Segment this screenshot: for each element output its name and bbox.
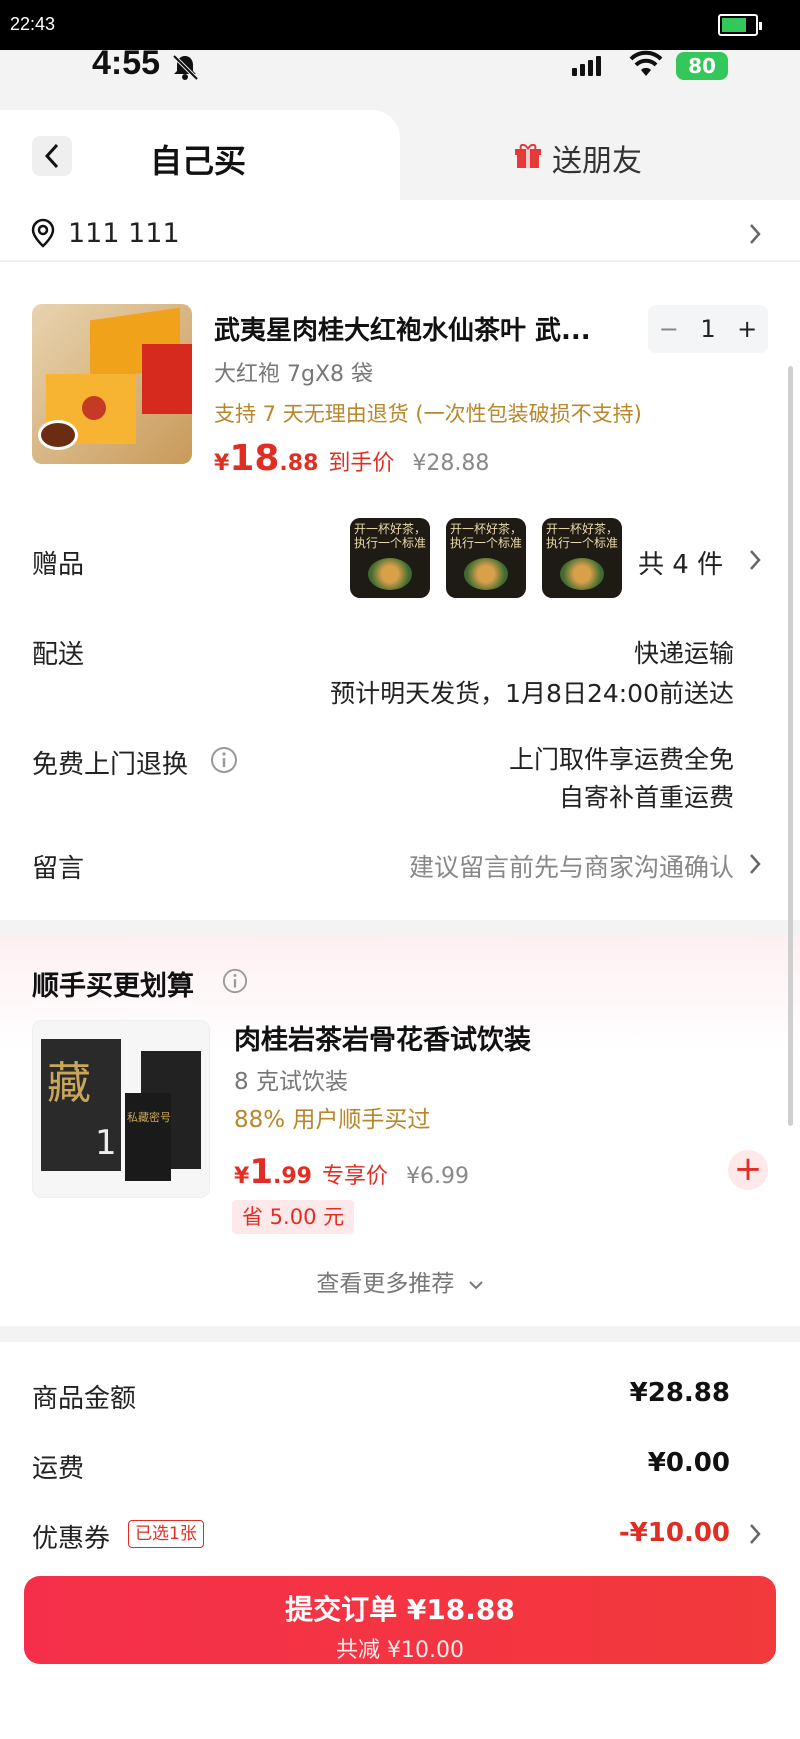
chevron-right-icon[interactable] bbox=[748, 852, 762, 876]
coupon-label: 优惠券 bbox=[32, 1524, 111, 1554]
tab-friend[interactable]: 送朋友 bbox=[552, 136, 642, 180]
return-service-line2: 自寄补首重运费 bbox=[558, 783, 734, 812]
quantity-minus-button[interactable]: − bbox=[659, 315, 679, 343]
gift-icon bbox=[515, 143, 541, 168]
chevron-right-icon[interactable] bbox=[748, 1522, 762, 1546]
address-text: 111 111 bbox=[68, 218, 180, 249]
price-label: 到手价 bbox=[328, 451, 395, 476]
scrollbar[interactable] bbox=[788, 366, 793, 1126]
original-price: ¥28.88 bbox=[412, 451, 490, 476]
gifts-label: 赠品 bbox=[32, 550, 85, 580]
add-recommend-button[interactable]: + bbox=[728, 1150, 768, 1190]
info-icon[interactable] bbox=[210, 746, 238, 774]
product-title[interactable]: 武夷星肉桂大红袍水仙茶叶 武... bbox=[214, 310, 614, 347]
back-button[interactable] bbox=[32, 136, 72, 176]
wifi-icon bbox=[629, 50, 663, 76]
more-recommendations-label: 查看更多推荐 bbox=[316, 1271, 455, 1297]
coupon-badge: 已选1张 bbox=[128, 1520, 204, 1548]
system-status-bar: 22:43 bbox=[0, 0, 800, 50]
quantity-value[interactable]: 1 bbox=[700, 315, 715, 343]
chevron-down-icon bbox=[468, 1280, 483, 1289]
info-icon[interactable] bbox=[222, 968, 248, 994]
price-integer: 1 bbox=[249, 1152, 273, 1192]
price-decimal: .99 bbox=[272, 1164, 312, 1189]
phone-time: 4:55 bbox=[92, 44, 161, 82]
gift-text: 开一杯好茶，执行一个标准 bbox=[354, 522, 427, 550]
savings-badge: 省 5.00 元 bbox=[232, 1200, 355, 1234]
return-service-label: 免费上门退换 bbox=[32, 750, 189, 780]
coupon-value[interactable]: -¥10.00 bbox=[619, 1518, 730, 1548]
gift-text: 开一杯好茶，执行一个标准 bbox=[450, 522, 523, 550]
recommend-item-price: ¥1.99 专享价 ¥6.99 bbox=[234, 1152, 469, 1192]
quantity-plus-button[interactable]: + bbox=[737, 315, 757, 343]
recommend-item-bought: 88% 用户顺手买过 bbox=[234, 1107, 431, 1133]
package-number: 1 bbox=[95, 1123, 117, 1163]
original-price: ¥6.99 bbox=[405, 1164, 469, 1189]
return-policy: 支持 7 天无理由退货 (一次性包装破损不支持) bbox=[214, 402, 642, 426]
submit-order-label: 提交订单 ¥18.88 bbox=[285, 1593, 515, 1626]
more-recommendations-link[interactable]: 查看更多推荐 bbox=[0, 1264, 800, 1298]
goods-amount-value: ¥28.88 bbox=[629, 1378, 730, 1408]
phone-battery-icon: 80 bbox=[676, 52, 728, 80]
message-label: 留言 bbox=[32, 854, 85, 884]
product-price: ¥18.88 到手价 ¥28.88 bbox=[214, 438, 489, 479]
delivery-method: 快递运输 bbox=[633, 639, 734, 668]
goods-amount-label: 商品金额 bbox=[32, 1384, 137, 1414]
battery-icon bbox=[718, 14, 762, 36]
system-time: 22:43 bbox=[10, 14, 56, 34]
recommend-item-spec: 8 克试饮装 bbox=[234, 1069, 348, 1095]
price-decimal: .88 bbox=[279, 451, 319, 476]
tab-self-label: 自己买 bbox=[150, 142, 247, 180]
product-image[interactable] bbox=[32, 304, 192, 464]
recommend-item-title[interactable]: 肉桂岩茶岩骨花香试饮装 bbox=[234, 1018, 531, 1057]
return-service-line1: 上门取件享运费全免 bbox=[508, 745, 734, 774]
package-brand: 私藏密号 bbox=[127, 1111, 171, 1124]
package-character: 藏 bbox=[47, 1058, 91, 1109]
section-divider bbox=[0, 920, 800, 936]
chevron-left-icon bbox=[44, 143, 59, 169]
gift-text: 开一杯好茶，执行一个标准 bbox=[546, 522, 619, 550]
gift-thumbnail[interactable]: 开一杯好茶，执行一个标准 bbox=[542, 518, 622, 598]
delivery-eta: 预计明天发货，1月8日24:00前送达 bbox=[330, 679, 734, 708]
submit-order-button[interactable]: 提交订单 ¥18.88 共减 ¥10.00 bbox=[24, 1576, 776, 1664]
product-spec[interactable]: 大红袍 7gX8 袋 bbox=[214, 356, 373, 388]
price-currency: ¥ bbox=[214, 451, 230, 476]
shipping-value: ¥0.00 bbox=[647, 1448, 730, 1478]
submit-order-discount: 共减 ¥10.00 bbox=[336, 1638, 464, 1663]
chevron-right-icon[interactable] bbox=[748, 548, 762, 572]
price-label: 专享价 bbox=[321, 1164, 388, 1189]
section-divider bbox=[0, 1326, 800, 1342]
gift-thumbnail[interactable]: 开一杯好茶，执行一个标准 bbox=[350, 518, 430, 598]
chevron-right-icon bbox=[750, 224, 761, 244]
delivery-label: 配送 bbox=[32, 640, 85, 670]
price-integer: 18 bbox=[229, 438, 280, 479]
gift-thumbnail[interactable]: 开一杯好茶，执行一个标准 bbox=[446, 518, 526, 598]
shipping-label: 运费 bbox=[32, 1454, 85, 1484]
cellular-signal-icon bbox=[572, 56, 604, 76]
location-pin-icon bbox=[31, 218, 55, 248]
recommend-title: 顺手买更划算 bbox=[32, 971, 194, 1002]
mute-bell-icon bbox=[172, 54, 199, 81]
price-currency: ¥ bbox=[234, 1164, 250, 1189]
quantity-stepper: − 1 + bbox=[648, 305, 768, 353]
recommend-image[interactable]: 藏 1 私藏密号 bbox=[32, 1020, 210, 1198]
message-input[interactable]: 建议留言前先与商家沟通确认 bbox=[409, 848, 734, 884]
gifts-count[interactable]: 共 4 件 bbox=[638, 544, 723, 581]
